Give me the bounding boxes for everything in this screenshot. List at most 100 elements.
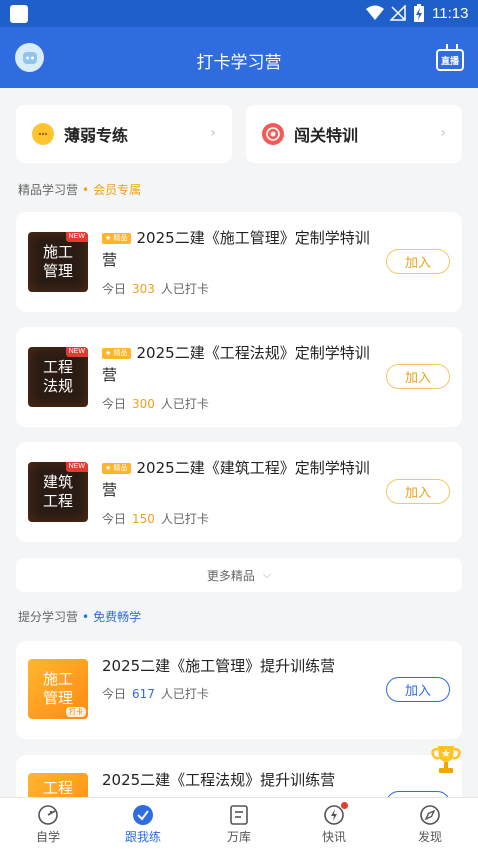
tab-discover[interactable]: 发现 xyxy=(395,804,465,845)
tab-label: 发现 xyxy=(417,830,442,844)
section-title: 精品学习营 xyxy=(18,183,79,197)
tab-label: 快讯 xyxy=(321,830,346,844)
checkin-meta: 今日 303 人已打卡 xyxy=(102,280,209,297)
page-title: 打卡学习营 xyxy=(196,53,282,73)
cover-text: 管理 xyxy=(42,689,73,707)
camp-card[interactable]: NEW 工程 法规 ★ 精品 2025二建《工程法规》定制学特训营 今日 300 人已打… xyxy=(16,327,462,427)
meta-prefix: 今日 xyxy=(102,687,127,701)
camp-card[interactable]: NEW 施工 管理 ★ 精品 2025二建《施工管理》定制学特训营 今日 303 人已打… xyxy=(16,212,462,312)
cover-text: 管理 xyxy=(42,262,73,280)
tab-label: 万库 xyxy=(226,830,251,844)
checkin-meta: 今日 150 人已打卡 xyxy=(102,510,209,527)
meta-prefix: 今日 xyxy=(102,512,127,526)
cover-text: 施工 xyxy=(42,670,73,688)
cover-text: 法规 xyxy=(42,377,73,395)
meta-suffix: 人已打卡 xyxy=(160,687,209,701)
status-bar: 11:13 xyxy=(0,0,478,27)
checkin-count: 617 xyxy=(132,687,155,701)
self-study-icon xyxy=(37,804,59,826)
camp-title: ★ 精品 2025二建《施工管理》定制学特训营 xyxy=(102,227,372,271)
tab-label: 跟我练 xyxy=(124,830,161,844)
wifi-icon xyxy=(366,5,384,20)
new-tag: NEW xyxy=(65,462,88,472)
target-icon xyxy=(262,123,284,145)
more-label: 更多精品 xyxy=(206,568,255,583)
join-button[interactable]: 加入 xyxy=(386,364,450,389)
camp-card[interactable]: 工程 2025二建《工程法规》提升训练营 xyxy=(16,755,462,797)
cover-text: 工程 xyxy=(42,492,73,510)
meta-suffix: 人已打卡 xyxy=(160,512,209,526)
premium-badge: ★ 精品 xyxy=(102,348,131,359)
section-dot: • xyxy=(82,610,90,624)
tab-news[interactable]: 快讯 xyxy=(299,802,369,845)
join-button[interactable]: 加入 xyxy=(386,677,450,702)
clock: 11:13 xyxy=(432,5,469,22)
new-tag: NEW xyxy=(65,347,88,357)
premium-section-heading: 精品学习营 • 会员专属 xyxy=(18,181,141,198)
checkin-count: 303 xyxy=(132,282,155,296)
camp-card[interactable]: NEW 建筑 工程 ★ 精品 2025二建《建筑工程》定制学特训营 今日 150 人已打… xyxy=(16,442,462,542)
join-button[interactable]: 加入 xyxy=(386,479,450,504)
section-tag: 会员专属 xyxy=(93,183,142,197)
section-title: 提分学习营 xyxy=(18,610,79,624)
live-stream-label: 直播 xyxy=(440,56,459,67)
section-dot: • xyxy=(82,183,90,197)
meta-suffix: 人已打卡 xyxy=(160,397,209,411)
premium-badge: ★ 精品 xyxy=(102,463,131,474)
notification-dot xyxy=(341,802,348,809)
meta-suffix: 人已打卡 xyxy=(160,282,209,296)
section-tag: 免费畅学 xyxy=(93,610,142,624)
check-circle-icon xyxy=(132,804,154,826)
weak-point-practice-button[interactable]: 薄弱专练 › xyxy=(16,105,232,163)
cover-text: 工程 xyxy=(42,779,73,797)
camp-cover: 打卡 施工 管理 xyxy=(28,659,88,719)
bottom-tab-bar: 自学 跟我练 万库 快讯 发现 xyxy=(0,797,478,849)
tab-question-bank[interactable]: 万库 xyxy=(204,804,274,845)
trophy-icon[interactable] xyxy=(426,740,466,780)
quick-action-label: 薄弱专练 xyxy=(64,126,129,145)
free-section-heading: 提分学习营 • 免费畅学 xyxy=(18,608,141,625)
checkin-meta: 今日 300 人已打卡 xyxy=(102,395,209,412)
tab-self-study[interactable]: 自学 xyxy=(13,804,83,845)
cover-text: 施工 xyxy=(42,243,73,261)
camp-card[interactable]: 打卡 施工 管理 2025二建《施工管理》提升训练营 今日 617 人已打卡 加入 xyxy=(16,641,462,739)
checkin-meta: 今日 617 人已打卡 xyxy=(102,685,209,702)
lightning-icon xyxy=(323,802,348,826)
battery-charging-icon xyxy=(414,4,424,22)
camp-cover: NEW 工程 法规 xyxy=(28,347,88,407)
camp-title: ★ 精品 2025二建《建筑工程》定制学特训营 xyxy=(102,457,372,501)
camp-title: ★ 精品 2025二建《工程法规》定制学特训营 xyxy=(102,342,372,386)
compass-icon xyxy=(419,804,441,826)
camp-title: 2025二建《工程法规》提升训练营 xyxy=(102,771,336,789)
camp-cover: NEW 建筑 工程 xyxy=(28,462,88,522)
question-bank-icon xyxy=(228,804,250,826)
camp-title-text: 2025二建《工程法规》定制学特训营 xyxy=(102,344,370,384)
app-header: 打卡学习营 直播 xyxy=(0,27,478,88)
cover-text: 工程 xyxy=(42,358,73,376)
app-notification-icon xyxy=(10,5,28,23)
no-signal-icon xyxy=(390,5,406,21)
camp-title: 2025二建《施工管理》提升训练营 xyxy=(102,657,336,675)
new-tag: NEW xyxy=(65,232,88,242)
meta-prefix: 今日 xyxy=(102,397,127,411)
tab-label: 自学 xyxy=(35,830,60,844)
join-button[interactable]: 加入 xyxy=(386,249,450,274)
cover-text: 建筑 xyxy=(42,473,73,491)
camp-title-text: 2025二建《施工管理》定制学特训营 xyxy=(102,229,370,269)
checkin-count: 150 xyxy=(132,512,155,526)
chevron-right-icon: › xyxy=(440,125,446,141)
chat-bubble-icon xyxy=(32,123,54,145)
tab-practice-with-me[interactable]: 跟我练 xyxy=(108,804,178,845)
chevron-down-icon: ⌵ xyxy=(262,568,272,581)
chevron-right-icon: › xyxy=(210,125,216,141)
more-premium-button[interactable]: 更多精品 ⌵ xyxy=(16,558,462,592)
meta-prefix: 今日 xyxy=(102,282,127,296)
live-stream-button[interactable]: 直播 xyxy=(436,49,464,71)
camp-cover: 工程 xyxy=(28,773,88,797)
checkin-tag: 打卡 xyxy=(66,707,86,717)
camp-cover: NEW 施工 管理 xyxy=(28,232,88,292)
premium-badge: ★ 精品 xyxy=(102,233,131,244)
level-challenge-button[interactable]: 闯关特训 › xyxy=(246,105,462,163)
checkin-count: 300 xyxy=(132,397,155,411)
quick-action-label: 闯关特训 xyxy=(294,126,359,145)
